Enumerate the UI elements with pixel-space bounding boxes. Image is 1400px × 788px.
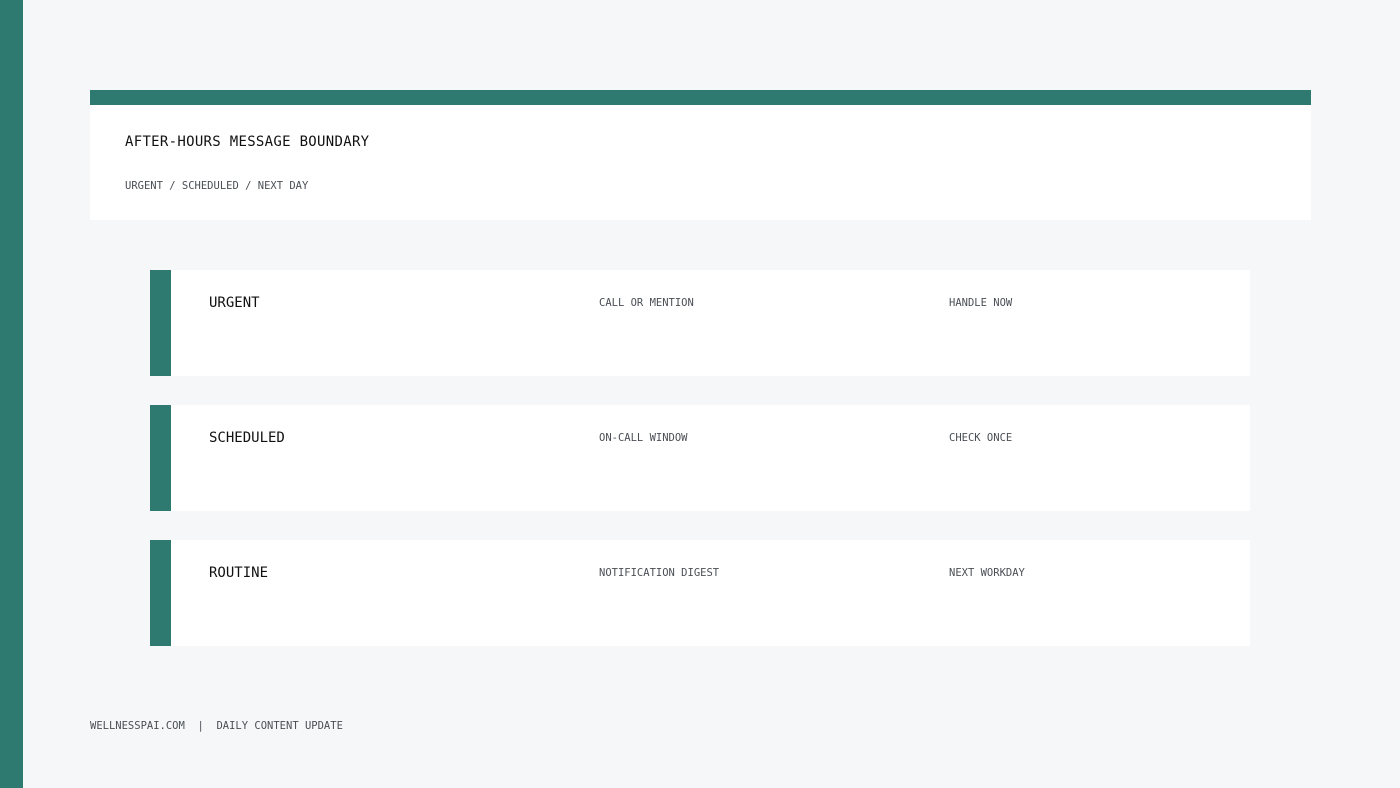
row-action: NEXT WORKDAY — [949, 567, 1025, 579]
row-action: CHECK ONCE — [949, 432, 1013, 444]
row-channel: CALL OR MENTION — [599, 297, 694, 309]
row-label: SCHEDULED — [209, 430, 285, 446]
row-urgent: URGENT CALL OR MENTION HANDLE NOW — [150, 270, 1250, 376]
footer-separator: | — [197, 720, 204, 732]
left-accent-rail — [0, 0, 23, 788]
row-routine: ROUTINE NOTIFICATION DIGEST NEXT WORKDAY — [150, 540, 1250, 646]
page-subtitle: URGENT / SCHEDULED / NEXT DAY — [125, 180, 309, 192]
row-label: ROUTINE — [209, 565, 269, 581]
footer: WELLNESSPAI.COM | DAILY CONTENT UPDATE — [90, 720, 343, 732]
row-label: URGENT — [209, 295, 260, 311]
row-channel: NOTIFICATION DIGEST — [599, 567, 720, 579]
row-accent-bar — [150, 540, 171, 646]
row-scheduled: SCHEDULED ON-CALL WINDOW CHECK ONCE — [150, 405, 1250, 511]
header-accent-bar — [90, 90, 1311, 105]
row-channel: ON-CALL WINDOW — [599, 432, 688, 444]
footer-tagline: DAILY CONTENT UPDATE — [216, 720, 343, 732]
footer-site: WELLNESSPAI.COM — [90, 720, 185, 732]
row-accent-bar — [150, 270, 171, 376]
row-action: HANDLE NOW — [949, 297, 1013, 309]
page-title: AFTER-HOURS MESSAGE BOUNDARY — [125, 134, 370, 150]
header-card: AFTER-HOURS MESSAGE BOUNDARY URGENT / SC… — [90, 90, 1311, 220]
row-accent-bar — [150, 405, 171, 511]
